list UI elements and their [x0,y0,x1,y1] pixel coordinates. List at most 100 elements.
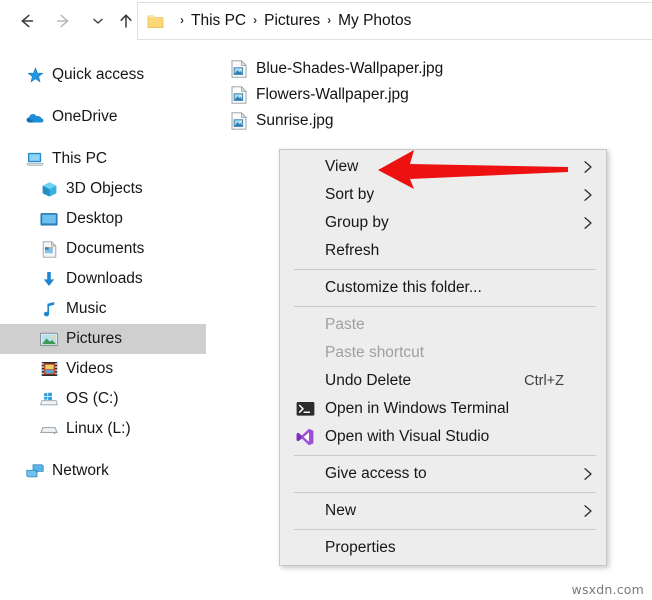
sidebar-item-label: Pictures [66,330,122,348]
file-list: Blue-Shades-Wallpaper.jpg Flowers-Wallpap… [231,56,531,134]
sidebar-item-videos[interactable]: Videos [0,354,206,384]
chevron-right-icon [582,160,594,174]
watermark: wsxdn.com [572,582,644,597]
menu-item-shortcut: Ctrl+Z [524,373,564,389]
menu-item-give-access-to[interactable]: Give access to [280,460,606,488]
breadcrumb-my-photos[interactable]: My Photos [338,12,411,30]
visual-studio-icon [295,428,315,446]
toolbar: › This PC › Pictures › My Photos [0,0,652,42]
cloud-icon [26,108,44,126]
menu-item-label: Paste [325,316,365,334]
sidebar-item-3d-objects[interactable]: 3D Objects [0,174,206,204]
cube-icon [40,180,58,198]
menu-item-label: Properties [325,539,396,557]
sidebar-item-label: Network [52,462,109,480]
menu-item-label: Customize this folder... [325,279,482,297]
back-button[interactable] [12,7,40,35]
sidebar-item-label: Videos [66,360,113,378]
sidebar-item-network[interactable]: Network [0,456,206,486]
chevron-right-icon [582,188,594,202]
menu-item-undo-delete[interactable]: Undo Delete Ctrl+Z [280,367,606,395]
context-menu: View Sort by Group by Refresh Customize this… [279,149,607,566]
menu-item-refresh[interactable]: Refresh [280,237,606,265]
arrow-left-icon [16,11,36,31]
chevron-right-icon [582,216,594,230]
address-bar[interactable]: › This PC › Pictures › My Photos [137,2,652,40]
sidebar-item-label: This PC [52,150,107,168]
menu-item-paste: Paste [280,311,606,339]
recent-locations-button[interactable] [84,7,112,35]
sidebar-item-label: Downloads [66,270,143,288]
sidebar-item-documents[interactable]: Documents [0,234,206,264]
sidebar-item-linux-l[interactable]: Linux (L:) [0,414,206,444]
menu-item-sort-by[interactable]: Sort by [280,181,606,209]
file-list-item[interactable]: Blue-Shades-Wallpaper.jpg [231,56,531,82]
menu-item-customize-this-folder[interactable]: Customize this folder... [280,274,606,302]
menu-item-open-with-visual-studio[interactable]: Open with Visual Studio [280,423,606,451]
file-list-item[interactable]: Sunrise.jpg [231,108,531,134]
chevron-down-icon [90,13,106,29]
menu-item-label: Refresh [325,242,379,260]
forward-button[interactable] [50,7,78,35]
document-icon [40,240,58,258]
navigation-pane: Quick access OneDrive This PC 3D Objects Des… [0,48,206,600]
menu-item-label: Group by [325,214,389,232]
menu-item-label: Undo Delete [325,372,411,390]
sidebar-item-label: OneDrive [52,108,117,126]
sidebar-item-label: OS (C:) [66,390,119,408]
desktop-icon [40,210,58,228]
menu-separator [294,492,596,493]
breadcrumb-separator-0: › [180,13,184,27]
image-file-icon [231,112,247,130]
breadcrumb-separator-2: › [327,13,331,27]
menu-item-group-by[interactable]: Group by [280,209,606,237]
menu-item-view[interactable]: View [280,153,606,181]
file-name-label: Flowers-Wallpaper.jpg [256,86,409,104]
menu-separator [294,529,596,530]
breadcrumb-separator-1: › [253,13,257,27]
menu-item-label: View [325,158,358,176]
file-name-label: Sunrise.jpg [256,112,334,130]
music-note-icon [40,300,58,318]
menu-item-properties[interactable]: Properties [280,534,606,562]
menu-separator [294,269,596,270]
menu-item-label: Give access to [325,465,427,483]
sidebar-item-downloads[interactable]: Downloads [0,264,206,294]
menu-item-new[interactable]: New [280,497,606,525]
windows-drive-icon [40,390,58,408]
menu-item-label: Paste shortcut [325,344,424,362]
sidebar-item-onedrive[interactable]: OneDrive [0,102,206,132]
sidebar-item-label: 3D Objects [66,180,143,198]
menu-item-label: New [325,502,356,520]
menu-separator [294,306,596,307]
arrow-up-icon [116,11,136,31]
arrow-right-icon [54,11,74,31]
menu-item-label: Open in Windows Terminal [325,400,509,418]
chevron-right-icon [582,467,594,481]
sidebar-item-music[interactable]: Music [0,294,206,324]
sidebar-item-label: Linux (L:) [66,420,131,438]
menu-item-open-in-windows-terminal[interactable]: Open in Windows Terminal [280,395,606,423]
sidebar-item-label: Music [66,300,106,318]
star-icon [26,66,44,84]
menu-item-label: Sort by [325,186,374,204]
file-name-label: Blue-Shades-Wallpaper.jpg [256,60,443,78]
sidebar-item-os-c[interactable]: OS (C:) [0,384,206,414]
drive-icon [40,420,58,438]
video-icon [40,360,58,378]
sidebar-item-label: Documents [66,240,144,258]
sidebar-item-label: Quick access [52,66,144,84]
menu-separator [294,455,596,456]
breadcrumb-this-pc[interactable]: This PC [191,12,246,30]
image-file-icon [231,86,247,104]
terminal-icon [295,400,315,418]
sidebar-item-quick-access[interactable]: Quick access [0,60,206,90]
network-icon [26,462,44,480]
sidebar-item-pictures[interactable]: Pictures [0,324,206,354]
sidebar-item-desktop[interactable]: Desktop [0,204,206,234]
up-button[interactable] [112,7,140,35]
file-list-item[interactable]: Flowers-Wallpaper.jpg [231,82,531,108]
chevron-right-icon [582,504,594,518]
sidebar-item-this-pc[interactable]: This PC [0,144,206,174]
breadcrumb-pictures[interactable]: Pictures [264,12,320,30]
